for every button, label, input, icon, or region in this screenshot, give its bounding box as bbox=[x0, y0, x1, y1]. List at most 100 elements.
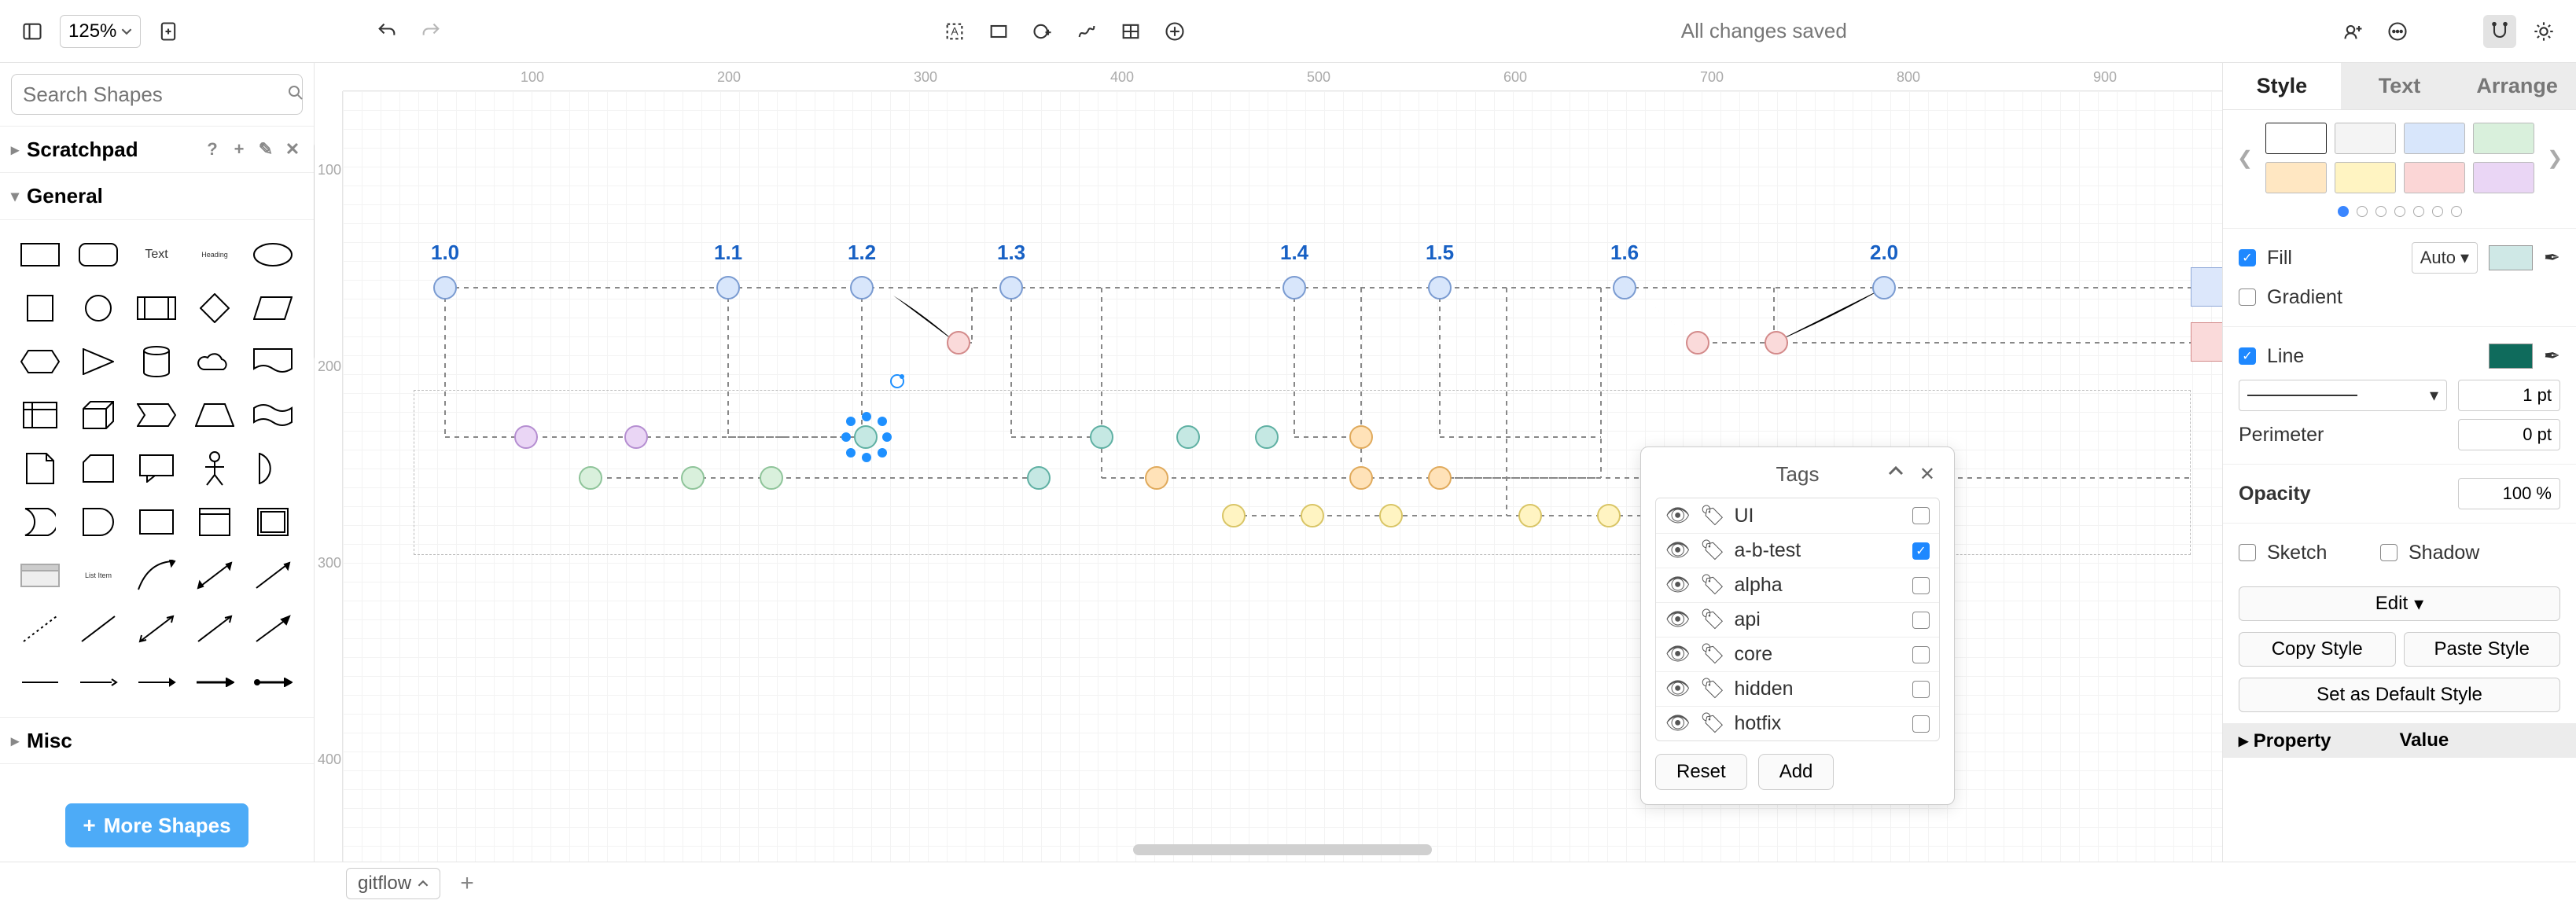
shape-diamond[interactable] bbox=[190, 286, 239, 330]
commit-node[interactable] bbox=[1222, 504, 1246, 527]
tag-icon[interactable]: 🏷 bbox=[1700, 608, 1725, 631]
commit-node[interactable] bbox=[1428, 276, 1452, 299]
commit-node[interactable] bbox=[624, 425, 648, 449]
tag-icon[interactable]: 🏷 bbox=[1700, 539, 1725, 562]
tag-row[interactable]: 👁🏷core bbox=[1656, 637, 1939, 671]
scratchpad-edit-icon[interactable]: ✎ bbox=[256, 139, 276, 160]
new-page-button[interactable] bbox=[152, 15, 185, 48]
visibility-icon[interactable]: 👁 bbox=[1665, 678, 1691, 700]
visibility-icon[interactable]: 👁 bbox=[1665, 574, 1691, 597]
selection-handle[interactable] bbox=[878, 448, 887, 458]
scratchpad-add-icon[interactable]: + bbox=[229, 139, 249, 160]
swatch[interactable] bbox=[2404, 162, 2465, 193]
shape-actor[interactable] bbox=[190, 446, 239, 491]
visibility-icon[interactable]: 👁 bbox=[1665, 505, 1691, 527]
commit-node[interactable] bbox=[1872, 276, 1896, 299]
shape-conn2[interactable] bbox=[74, 660, 123, 704]
shape-triangle[interactable] bbox=[74, 340, 123, 384]
collapse-icon[interactable] bbox=[1888, 463, 1904, 483]
shape-cloud[interactable] bbox=[190, 340, 239, 384]
copy-style-button[interactable]: Copy Style bbox=[2239, 632, 2396, 667]
lane-main[interactable]: Main bbox=[2191, 267, 2222, 307]
ellipse-tool-button[interactable] bbox=[1026, 15, 1059, 48]
commit-node[interactable] bbox=[681, 466, 705, 490]
add-page-button[interactable]: + bbox=[451, 868, 483, 899]
vertical-ruler[interactable]: 100 200 300 400 bbox=[315, 91, 343, 862]
paste-style-button[interactable]: Paste Style bbox=[2404, 632, 2561, 667]
swatch[interactable] bbox=[2265, 123, 2327, 154]
tag-checkbox[interactable] bbox=[1912, 577, 1930, 594]
format-panel-toggle[interactable] bbox=[2483, 15, 2516, 48]
visibility-icon[interactable]: 👁 bbox=[1665, 643, 1691, 666]
commit-node-selected[interactable] bbox=[854, 425, 878, 449]
shape-step[interactable] bbox=[132, 393, 181, 437]
swatch-next-icon[interactable]: ❯ bbox=[2544, 147, 2566, 170]
tag-checkbox[interactable] bbox=[1912, 507, 1930, 524]
shape-cylinder[interactable] bbox=[132, 340, 181, 384]
visibility-icon[interactable]: 👁 bbox=[1665, 608, 1691, 631]
rectangle-tool-button[interactable] bbox=[982, 15, 1015, 48]
swatch-prev-icon[interactable]: ❮ bbox=[2234, 147, 2256, 170]
shape-line[interactable] bbox=[74, 607, 123, 651]
shape-roundrect[interactable] bbox=[74, 233, 123, 277]
tag-checkbox[interactable] bbox=[1912, 612, 1930, 629]
swatch[interactable] bbox=[2265, 162, 2327, 193]
canvas-scrollbar[interactable] bbox=[1133, 844, 1432, 855]
zoom-select[interactable]: 125% bbox=[60, 15, 141, 48]
commit-node[interactable] bbox=[1518, 504, 1542, 527]
fill-mode-select[interactable]: Auto▾ bbox=[2412, 242, 2478, 274]
more-menu-button[interactable] bbox=[2381, 15, 2414, 48]
line-style-select[interactable]: ▾ bbox=[2239, 380, 2447, 411]
selection-handle[interactable] bbox=[846, 448, 856, 458]
scratchpad-header[interactable]: ▸ Scratchpad ? + ✎ ✕ bbox=[0, 126, 314, 173]
commit-node[interactable] bbox=[1176, 425, 1200, 449]
fill-checkbox[interactable]: ✓ bbox=[2239, 249, 2256, 266]
swatch[interactable] bbox=[2473, 123, 2534, 154]
undo-button[interactable] bbox=[370, 15, 403, 48]
canvas[interactable]: Main Hotfix Features 1.0 1.1 1.2 1.3 1.4… bbox=[343, 91, 2222, 862]
shape-hexagon[interactable] bbox=[16, 340, 64, 384]
shape-trapezoid[interactable] bbox=[190, 393, 239, 437]
eyedropper-icon[interactable]: ✒ bbox=[2544, 246, 2560, 270]
shape-ellipse[interactable] bbox=[248, 233, 297, 277]
shape-filled-arrow[interactable] bbox=[248, 607, 297, 651]
shape-square[interactable] bbox=[16, 286, 64, 330]
commit-node[interactable] bbox=[850, 276, 874, 299]
visibility-icon[interactable]: 👁 bbox=[1665, 539, 1691, 562]
search-input[interactable] bbox=[23, 83, 286, 107]
shape-cube[interactable] bbox=[74, 393, 123, 437]
tag-checkbox[interactable] bbox=[1912, 681, 1930, 698]
shapes-search[interactable] bbox=[11, 74, 303, 115]
swatch-pager[interactable] bbox=[2223, 206, 2576, 228]
shape-container[interactable] bbox=[190, 500, 239, 544]
shape-conn3[interactable] bbox=[132, 660, 181, 704]
horizontal-ruler[interactable]: 100 200 300 400 500 600 700 800 900 bbox=[343, 63, 2222, 91]
shape-bidir-thin[interactable] bbox=[132, 607, 181, 651]
selection-handle[interactable] bbox=[846, 417, 856, 426]
lane-hotfix[interactable]: Hotfix bbox=[2191, 322, 2222, 362]
tag-icon[interactable]: 🏷 bbox=[1700, 574, 1725, 597]
swatch[interactable] bbox=[2473, 162, 2534, 193]
tag-row[interactable]: 👁🏷UI bbox=[1656, 498, 1939, 533]
tags-add-button[interactable]: Add bbox=[1758, 754, 1834, 790]
swatch[interactable] bbox=[2335, 123, 2396, 154]
shape-frame[interactable] bbox=[248, 500, 297, 544]
commit-node[interactable] bbox=[947, 331, 970, 355]
commit-node[interactable] bbox=[1765, 331, 1788, 355]
scratchpad-help-icon[interactable]: ? bbox=[202, 139, 223, 160]
shape-conn5[interactable] bbox=[248, 660, 297, 704]
shape-callout[interactable] bbox=[132, 446, 181, 491]
shape-list[interactable] bbox=[16, 553, 64, 597]
commit-node[interactable] bbox=[1145, 466, 1168, 490]
opacity-input[interactable] bbox=[2458, 478, 2560, 509]
shape-and[interactable] bbox=[74, 500, 123, 544]
shape-note[interactable] bbox=[16, 446, 64, 491]
tag-checkbox[interactable]: ✓ bbox=[1912, 542, 1930, 560]
selection-handle[interactable] bbox=[878, 417, 887, 426]
rotation-handle[interactable] bbox=[890, 374, 904, 388]
tag-row[interactable]: 👁🏷hotfix bbox=[1656, 706, 1939, 740]
tag-icon[interactable]: 🏷 bbox=[1700, 643, 1725, 666]
shape-open-arrow[interactable] bbox=[190, 607, 239, 651]
shadow-checkbox[interactable] bbox=[2380, 544, 2398, 561]
shape-bidir-arrow[interactable] bbox=[190, 553, 239, 597]
